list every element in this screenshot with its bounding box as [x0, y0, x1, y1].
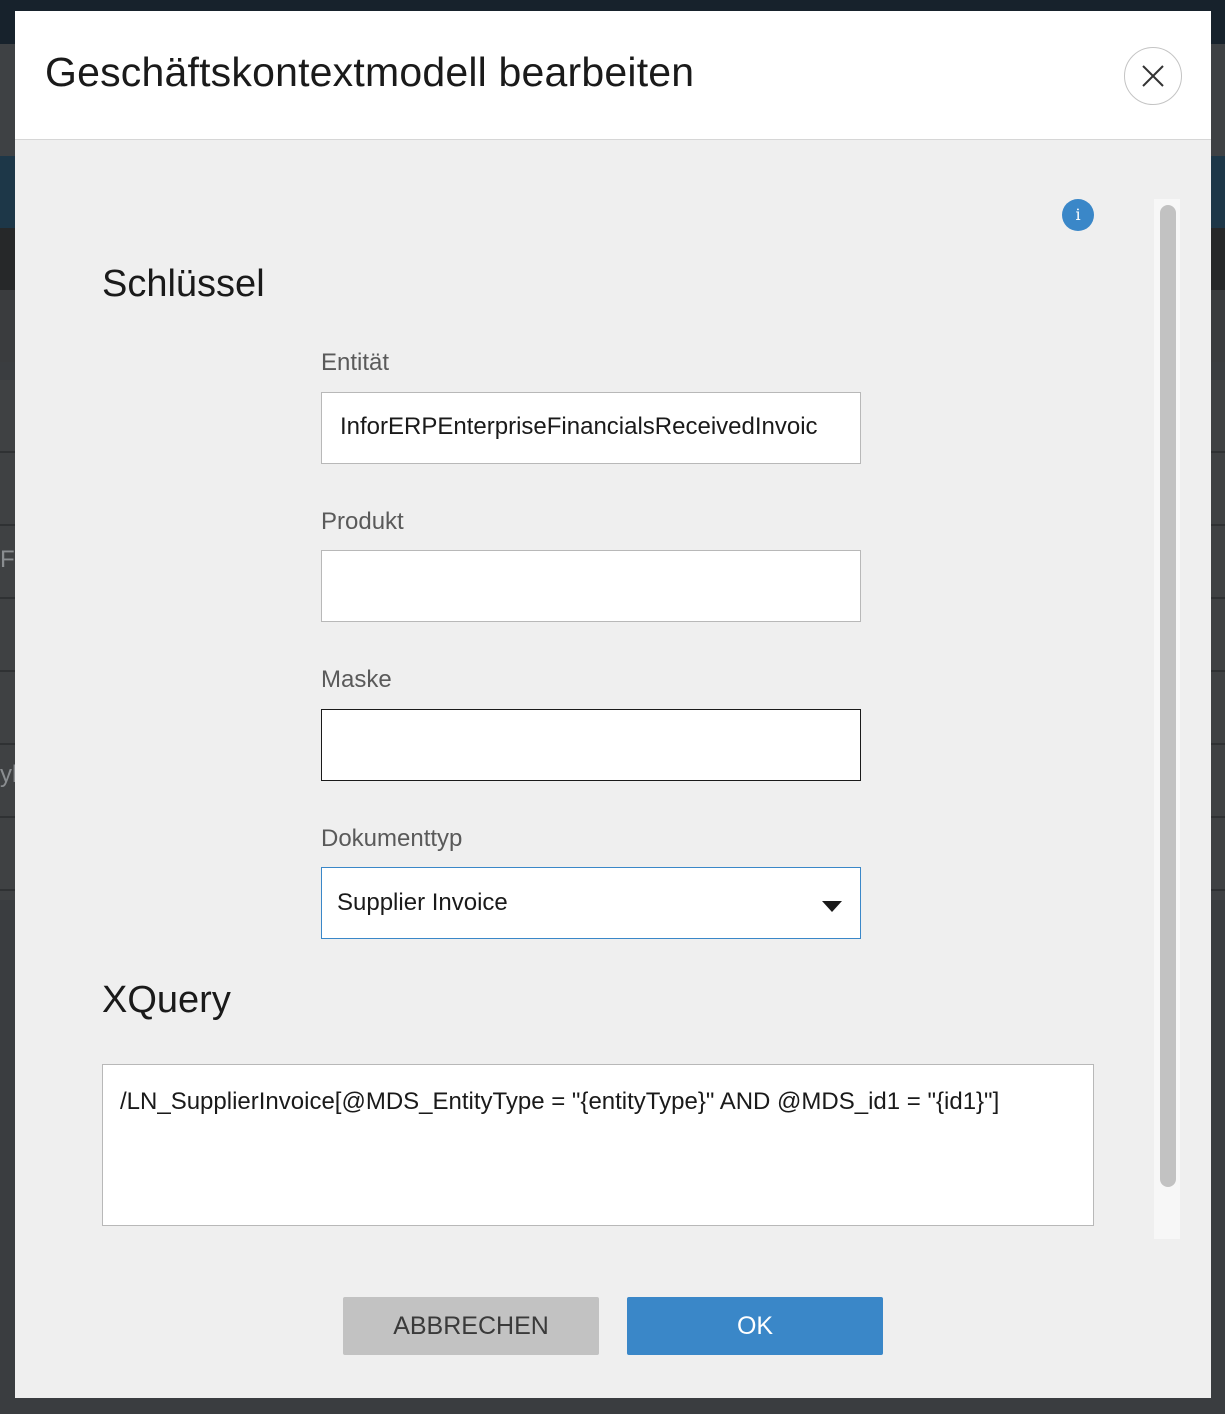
entity-value: InforERPEnterpriseFinancialsReceivedInvo… [340, 413, 818, 440]
entity-field[interactable]: InforERPEnterpriseFinancialsReceivedInvo… [321, 392, 861, 464]
keys-section-title: Schlüssel [102, 263, 265, 305]
dropdown-arrow-icon [822, 901, 842, 912]
doctype-label: Dokumenttyp [321, 825, 463, 852]
product-field[interactable] [321, 550, 861, 622]
xquery-section-title: XQuery [102, 979, 231, 1021]
mask-label: Maske [321, 666, 392, 693]
dialog-header: Geschäftskontextmodell bearbeiten [15, 11, 1211, 140]
close-icon [1142, 65, 1164, 87]
ok-button[interactable]: OK [627, 1297, 883, 1355]
scrollbar-thumb[interactable] [1160, 205, 1176, 1187]
xquery-textarea[interactable]: /LN_SupplierInvoice[@MDS_EntityType = "{… [102, 1064, 1094, 1226]
entity-label: Entität [321, 349, 390, 376]
dialog-title: Geschäftskontextmodell bearbeiten [45, 49, 695, 95]
product-label: Produkt [321, 508, 404, 535]
mask-field[interactable] [321, 709, 861, 781]
xquery-value: /LN_SupplierInvoice[@MDS_EntityType = "{… [120, 1088, 1000, 1115]
edit-business-context-dialog: Geschäftskontextmodell bearbeiten i Schl… [15, 11, 1211, 1398]
info-icon[interactable]: i [1062, 199, 1094, 231]
doctype-select[interactable]: Supplier Invoice [321, 867, 861, 939]
close-button[interactable] [1124, 47, 1182, 105]
doctype-value: Supplier Invoice [337, 889, 508, 916]
cancel-button[interactable]: ABBRECHEN [343, 1297, 599, 1355]
